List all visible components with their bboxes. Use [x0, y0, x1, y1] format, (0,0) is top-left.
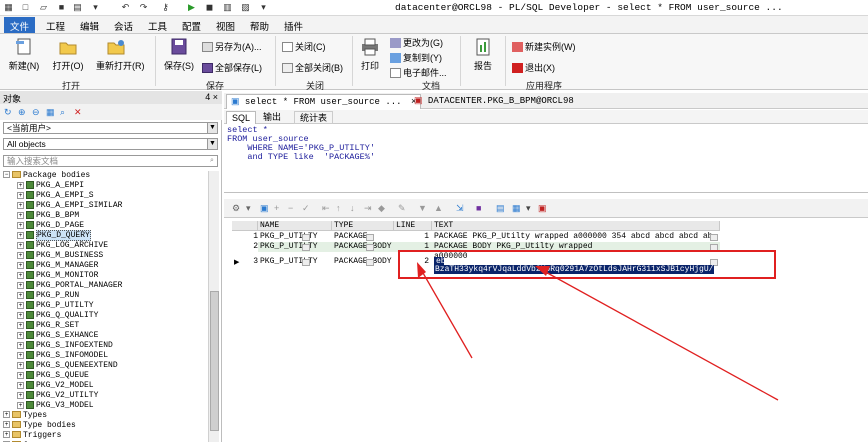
- annotation-arrow: [541, 269, 779, 401]
- annotation-arrows: [417, 262, 779, 401]
- annotation-arrow: [418, 265, 473, 359]
- arrowhead: [535, 266, 550, 276]
